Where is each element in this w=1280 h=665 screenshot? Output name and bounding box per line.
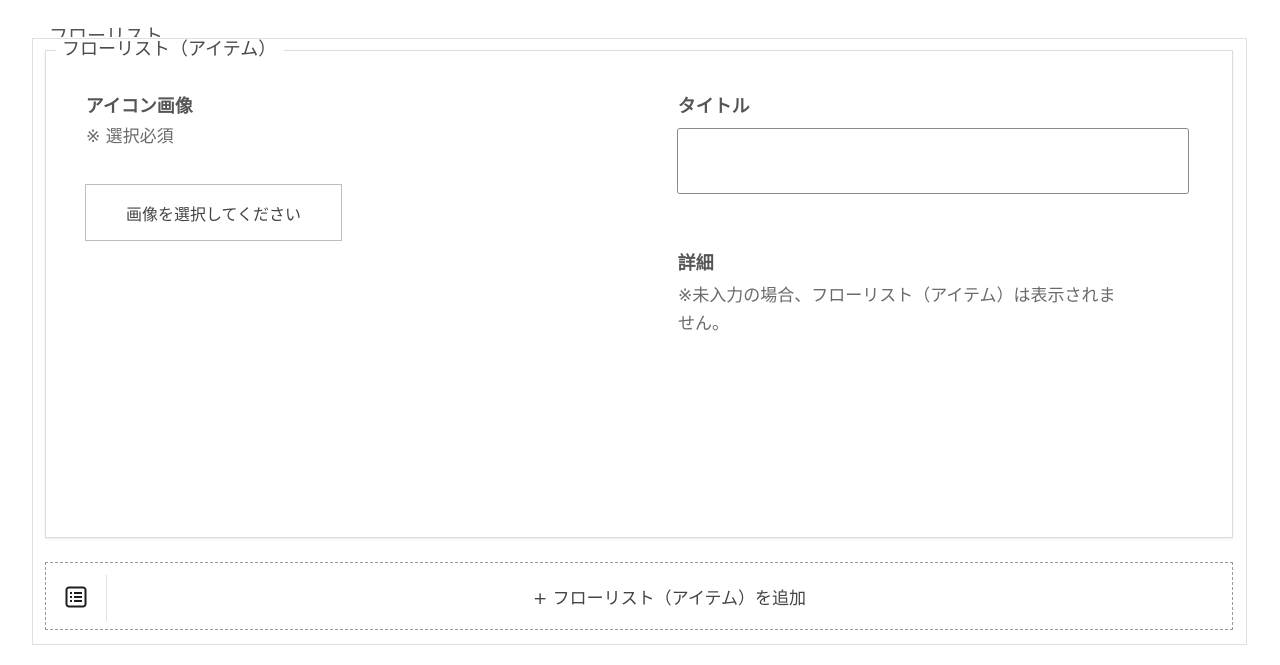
detail-note-line-1: ※未入力の場合、フローリスト（アイテム）は表示されま bbox=[678, 286, 1116, 306]
select-image-button[interactable]: 画像を選択してください bbox=[85, 184, 342, 241]
detail-label: 詳細 bbox=[678, 253, 714, 274]
icon-image-required-note: ※ 選択必須 bbox=[86, 127, 174, 147]
add-item-appender: + フローリスト（アイテム）を追加 bbox=[45, 562, 1233, 630]
title-label: タイトル bbox=[678, 96, 750, 117]
detail-note-line-2: せん。 bbox=[678, 314, 729, 334]
icon-image-label: アイコン画像 bbox=[86, 96, 194, 117]
flow-list-block-legend: フローリスト bbox=[45, 17, 168, 37]
list-view-icon[interactable] bbox=[64, 585, 88, 609]
title-input[interactable] bbox=[677, 128, 1189, 194]
add-item-button[interactable]: + フローリスト（アイテム）を追加 bbox=[107, 563, 1232, 629]
flow-list-item-legend: フローリスト（アイテム） bbox=[56, 39, 285, 61]
